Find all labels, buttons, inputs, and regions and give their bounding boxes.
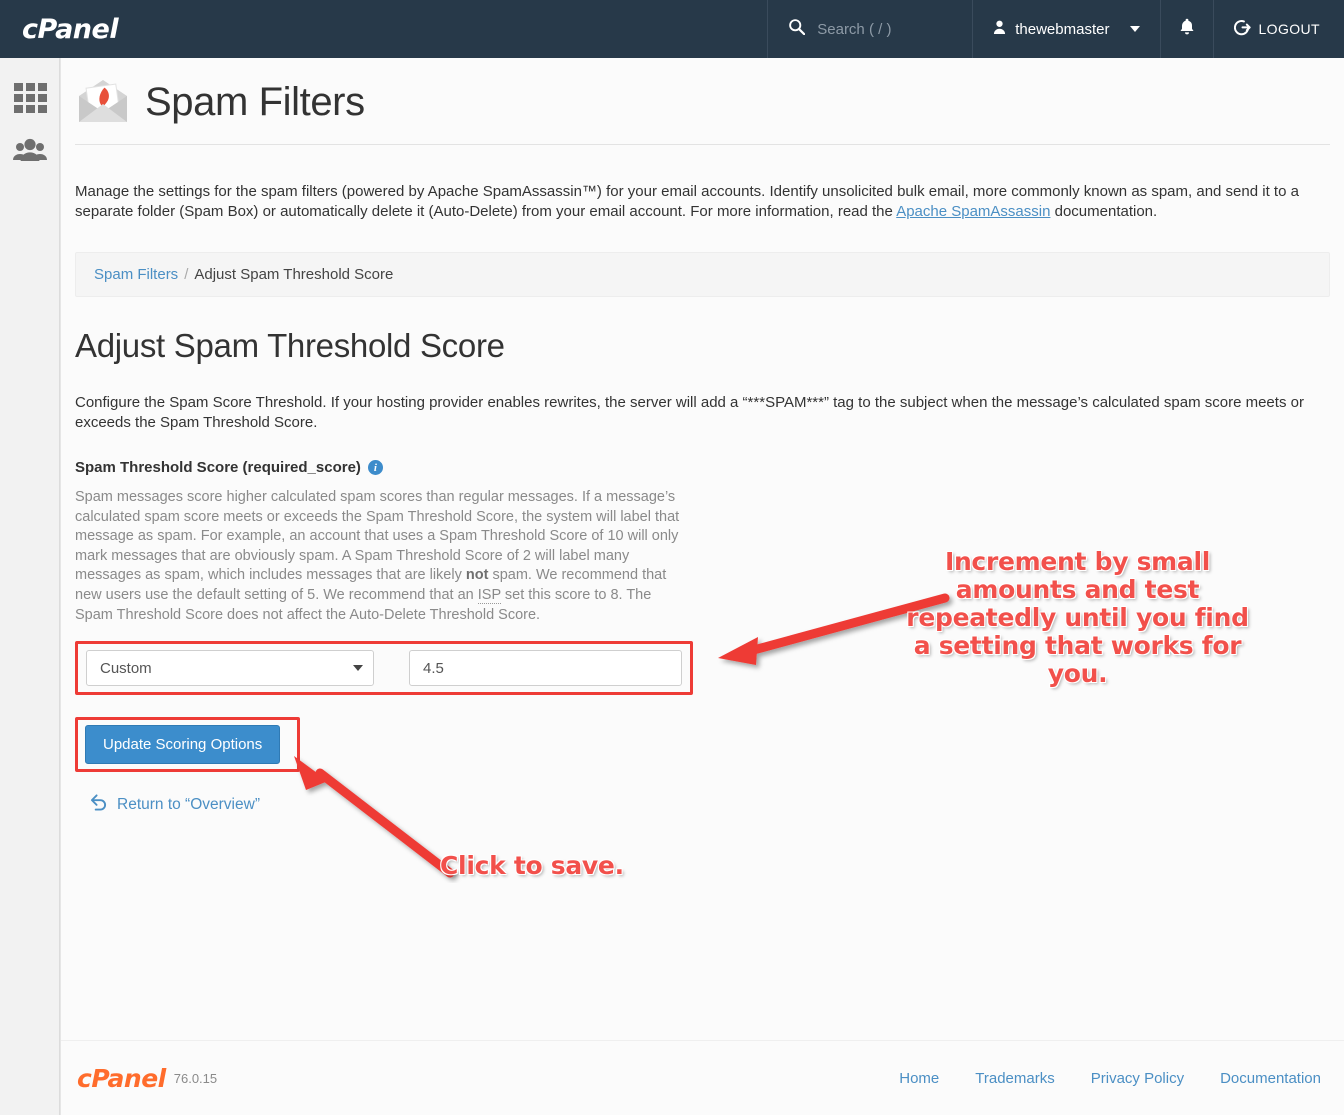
left-sidebar xyxy=(0,58,60,1115)
footer-link-home[interactable]: Home xyxy=(899,1070,939,1087)
update-scoring-options-button[interactable]: Update Scoring Options xyxy=(85,725,281,765)
undo-arrow-icon xyxy=(89,794,108,815)
chevron-down-icon xyxy=(1130,26,1141,32)
grid-apps-icon xyxy=(13,83,47,113)
isp-abbreviation: ISP xyxy=(477,586,501,604)
search-input[interactable] xyxy=(817,20,948,38)
help-emphasis: not xyxy=(465,567,489,584)
spam-filters-envelope-feather-icon xyxy=(75,74,131,130)
breadcrumb: Spam Filters / Adjust Spam Threshold Score xyxy=(75,252,1330,297)
section-description: Configure the Spam Score Threshold. If y… xyxy=(75,394,1304,431)
username-label: thewebmaster xyxy=(1015,20,1110,38)
footer-link-trademarks[interactable]: Trademarks xyxy=(975,1070,1054,1087)
page-footer: cPanel 76.0.15 Home Trademarks Privacy P… xyxy=(61,1040,1344,1115)
threshold-controls-row: Custom xyxy=(75,641,693,696)
footer-link-documentation[interactable]: Documentation xyxy=(1220,1070,1321,1087)
logout-label: LOGOUT xyxy=(1258,21,1320,37)
threshold-preset-select-wrapper: Custom xyxy=(86,650,374,687)
page-header: Spam Filters xyxy=(61,58,1344,130)
spam-threshold-label: Spam Threshold Score (required_score) i xyxy=(75,459,1344,476)
users-group-icon xyxy=(13,138,47,162)
sidebar-item-apps[interactable] xyxy=(0,72,60,124)
return-to-overview-link[interactable]: Return to “Overview” xyxy=(89,794,1344,815)
info-icon[interactable]: i xyxy=(367,460,383,475)
logout-button[interactable]: LOGOUT xyxy=(1213,0,1344,58)
footer-links: Home Trademarks Privacy Policy Documenta… xyxy=(899,1070,1321,1087)
intro-text-part2: documentation. xyxy=(1050,203,1158,220)
main-content-panel: Spam Filters Manage the settings for the… xyxy=(60,58,1344,1115)
breadcrumb-current: Adjust Spam Threshold Score xyxy=(194,266,394,283)
page-intro-text: Manage the settings for the spam filters… xyxy=(61,160,1321,222)
sidebar-item-user-manager[interactable] xyxy=(0,124,60,176)
spam-threshold-label-text: Spam Threshold Score (required_score) xyxy=(75,459,361,476)
threshold-preset-selected-value: Custom xyxy=(100,659,152,677)
chevron-down-icon xyxy=(353,665,363,672)
submit-area: Update Scoring Options xyxy=(75,717,300,773)
cpanel-logo[interactable]: cPanel xyxy=(0,0,138,58)
user-menu[interactable]: thewebmaster xyxy=(972,0,1160,58)
footer-link-privacy-policy[interactable]: Privacy Policy xyxy=(1091,1070,1184,1087)
footer-cpanel-logo: cPanel xyxy=(77,1063,166,1093)
footer-version: 76.0.15 xyxy=(173,1070,218,1086)
section-heading: Adjust Spam Threshold Score xyxy=(75,327,505,364)
return-to-overview-label: Return to “Overview” xyxy=(117,795,260,813)
apache-spamassassin-link[interactable]: Apache SpamAssassin xyxy=(896,203,1050,220)
header-divider xyxy=(75,144,1330,145)
breadcrumb-separator: / xyxy=(184,266,189,283)
logout-icon xyxy=(1234,19,1252,40)
page-title: Spam Filters xyxy=(145,79,365,124)
top-navigation-bar: cPanel thewebmaster LOGOUT xyxy=(0,0,1344,58)
bell-icon xyxy=(1179,18,1195,40)
search-icon xyxy=(788,18,806,40)
threshold-preset-select[interactable]: Custom xyxy=(86,650,374,687)
search-box[interactable] xyxy=(767,0,972,58)
user-icon xyxy=(993,20,1006,39)
threshold-score-input[interactable] xyxy=(409,650,682,687)
spam-threshold-help-text: Spam messages score higher calculated sp… xyxy=(75,488,690,625)
breadcrumb-link-spam-filters[interactable]: Spam Filters xyxy=(94,266,178,283)
notifications-button[interactable] xyxy=(1160,0,1213,58)
